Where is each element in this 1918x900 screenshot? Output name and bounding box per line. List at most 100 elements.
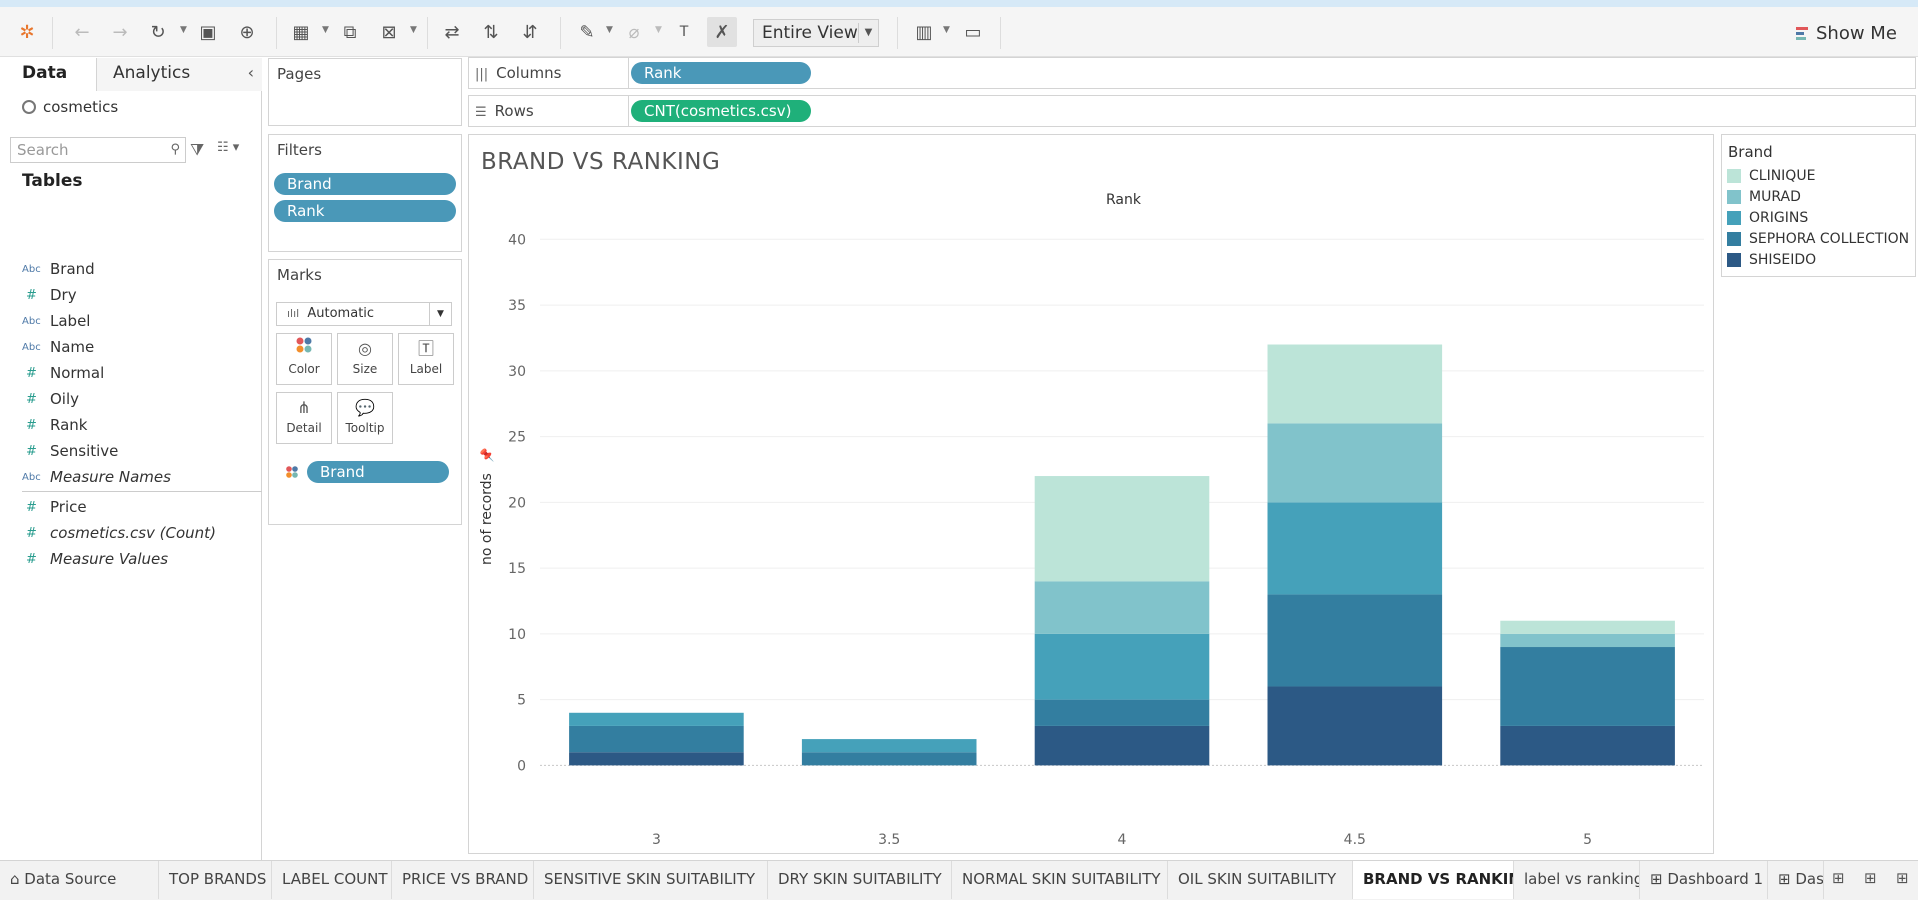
search-field[interactable]: Search ⚲ bbox=[10, 137, 186, 163]
duplicate-sheet-icon[interactable]: ⧉ bbox=[335, 17, 365, 47]
bar-segment[interactable] bbox=[569, 752, 744, 766]
bar-segment[interactable] bbox=[1267, 423, 1443, 503]
columns-shelf[interactable]: ||| Columns Rank bbox=[468, 57, 1916, 89]
show-me-button[interactable]: Show Me bbox=[1796, 20, 1897, 46]
bar-segment[interactable] bbox=[1034, 699, 1210, 726]
replay-icon[interactable]: ↻ bbox=[143, 17, 173, 47]
field-item[interactable]: Abc Measure Names bbox=[22, 466, 171, 488]
field-item[interactable]: # Sensitive bbox=[22, 440, 118, 462]
bar-chart[interactable]: 0 5 10 15 20 25 30 35 40 3 3.5 4 4.5 5 bbox=[469, 135, 1713, 853]
sheet-tab[interactable]: ⌂ Data Source bbox=[0, 861, 159, 899]
field-item[interactable]: # Normal bbox=[22, 362, 104, 384]
swap-axes-icon[interactable]: ⇄ bbox=[437, 17, 467, 47]
field-item[interactable]: Abc Label bbox=[22, 310, 90, 332]
sheet-tab[interactable]: LABEL COUNT bbox=[272, 861, 392, 899]
tooltip-button[interactable]: 💬 Tooltip bbox=[337, 392, 393, 444]
group-members-icon[interactable]: ⌀ bbox=[619, 17, 649, 47]
datasource-item[interactable]: cosmetics bbox=[22, 98, 118, 116]
sheet-tab[interactable]: NORMAL SKIN SUITABILITY bbox=[952, 861, 1168, 899]
field-item[interactable]: # cosmetics.csv (Count) bbox=[22, 522, 216, 544]
bar-segment[interactable] bbox=[1034, 476, 1210, 582]
new-story-tab-icon[interactable]: ⊞ bbox=[1896, 869, 1909, 887]
bar-segment[interactable] bbox=[801, 752, 977, 766]
presentation-mode-icon[interactable]: ▭ bbox=[958, 17, 988, 47]
new-worksheet-tab-icon[interactable]: ⊞ bbox=[1832, 869, 1845, 887]
filter-pill-rank[interactable]: Rank bbox=[274, 200, 456, 222]
show-mark-labels-icon[interactable]: T bbox=[669, 17, 699, 47]
pages-card[interactable]: Pages bbox=[268, 58, 462, 126]
new-datasource-icon[interactable]: ⊕ bbox=[232, 17, 262, 47]
detail-button[interactable]: ⋔ Detail bbox=[276, 392, 332, 444]
bar-segment[interactable] bbox=[1500, 633, 1675, 648]
tab-data[interactable]: Data bbox=[0, 58, 97, 91]
bar-segment[interactable] bbox=[1034, 581, 1210, 634]
bar-segment[interactable] bbox=[1267, 594, 1443, 687]
bar-segment[interactable] bbox=[1267, 344, 1443, 424]
clear-sheet-dropdown-icon[interactable]: ▼ bbox=[410, 25, 417, 35]
highlight-icon[interactable]: ✎ bbox=[572, 17, 602, 47]
sheet-tab[interactable]: PRICE VS BRAND bbox=[392, 861, 534, 899]
label-button[interactable]: 🅃 Label bbox=[398, 333, 454, 385]
field-item[interactable]: # Oily bbox=[22, 388, 79, 410]
sheet-tab[interactable]: ⊞ Dashboard 1 bbox=[1640, 861, 1768, 899]
group-dropdown-icon[interactable]: ▼ bbox=[655, 25, 662, 35]
highlight-dropdown-icon[interactable]: ▼ bbox=[606, 25, 613, 35]
rows-pill-count[interactable]: CNT(cosmetics.csv) bbox=[631, 100, 811, 122]
sort-ascending-icon[interactable]: ⇅ bbox=[476, 17, 506, 47]
bar-segment[interactable] bbox=[1500, 620, 1675, 634]
tableau-logo-icon[interactable]: ✲ bbox=[12, 17, 42, 47]
fix-axes-icon[interactable]: ✗ bbox=[707, 17, 737, 47]
sheet-tab[interactable]: BRAND VS RANKING bbox=[1353, 861, 1514, 899]
show-cards-dropdown-icon[interactable]: ▼ bbox=[943, 25, 950, 35]
bar-segment[interactable] bbox=[1267, 686, 1443, 766]
replay-dropdown-icon[interactable]: ▼ bbox=[180, 25, 187, 35]
view-size-select[interactable]: Entire View ▼ bbox=[753, 19, 879, 47]
rows-shelf[interactable]: ☰ Rows CNT(cosmetics.csv) bbox=[468, 95, 1916, 127]
filters-card[interactable]: Filters Brand Rank bbox=[268, 134, 462, 252]
bar-segment[interactable] bbox=[1034, 725, 1210, 766]
legend-item[interactable]: SEPHORA COLLECTION bbox=[1727, 230, 1909, 248]
new-worksheet-dropdown-icon[interactable]: ▼ bbox=[322, 25, 329, 35]
color-legend[interactable]: Brand CLINIQUE MURAD ORIGINS SEPHORA COLLEC… bbox=[1721, 134, 1916, 277]
view-list-icon[interactable]: ☷ ▾ bbox=[217, 140, 239, 155]
field-item[interactable]: Abc Name bbox=[22, 336, 94, 358]
bar-segment[interactable] bbox=[569, 725, 744, 753]
field-item[interactable]: # Rank bbox=[22, 414, 87, 436]
save-icon[interactable]: ▣ bbox=[193, 17, 223, 47]
tab-analytics[interactable]: Analytics ‹ bbox=[97, 58, 262, 91]
bar-segment[interactable] bbox=[1500, 647, 1675, 726]
sort-descending-icon[interactable]: ⇵ bbox=[515, 17, 545, 47]
columns-pill-rank[interactable]: Rank bbox=[631, 62, 811, 84]
new-worksheet-icon[interactable]: ▦ bbox=[286, 17, 316, 47]
undo-icon[interactable]: ← bbox=[67, 17, 97, 47]
filter-pill-brand[interactable]: Brand bbox=[274, 173, 456, 195]
field-item[interactable]: # Price bbox=[22, 496, 87, 518]
sheet-tab[interactable]: DRY SKIN SUITABILITY bbox=[768, 861, 952, 899]
marks-pill-brand[interactable]: Brand bbox=[307, 461, 449, 483]
filter-icon[interactable]: ⧩ bbox=[190, 140, 204, 160]
worksheet-view[interactable]: BRAND VS RANKING Rank no of records 📌 05… bbox=[468, 134, 1714, 854]
field-item[interactable]: Abc Brand bbox=[22, 258, 95, 280]
redo-icon[interactable]: → bbox=[105, 17, 135, 47]
bar-segment[interactable] bbox=[569, 712, 744, 726]
field-item[interactable]: # Measure Values bbox=[22, 548, 168, 570]
color-button[interactable]: Color bbox=[276, 333, 332, 385]
sheet-tab[interactable]: OIL SKIN SUITABILITY bbox=[1168, 861, 1353, 899]
sheet-tab[interactable]: SENSITIVE SKIN SUITABILITY bbox=[534, 861, 768, 899]
sheet-tab[interactable]: label vs ranking bbox=[1514, 861, 1640, 899]
bar-segment[interactable] bbox=[801, 739, 977, 753]
sheet-tab[interactable]: TOP BRANDS bbox=[159, 861, 272, 899]
mark-type-select[interactable]: ılıl Automatic ▼ bbox=[276, 302, 452, 326]
bar-segment[interactable] bbox=[1267, 502, 1443, 595]
bar-segment[interactable] bbox=[1500, 725, 1675, 766]
sheet-tab[interactable]: ⊞ Dash bbox=[1768, 861, 1824, 899]
collapse-pane-icon[interactable]: ‹ bbox=[248, 58, 254, 88]
bar-segment[interactable] bbox=[1034, 633, 1210, 700]
legend-item[interactable]: SHISEIDO bbox=[1727, 251, 1816, 269]
size-button[interactable]: ◎ Size bbox=[337, 333, 393, 385]
clear-sheet-icon[interactable]: ⊠ bbox=[374, 17, 404, 47]
legend-item[interactable]: MURAD bbox=[1727, 188, 1801, 206]
legend-item[interactable]: ORIGINS bbox=[1727, 209, 1808, 227]
show-cards-icon[interactable]: ▥ bbox=[909, 17, 939, 47]
new-dashboard-tab-icon[interactable]: ⊞ bbox=[1864, 869, 1877, 887]
